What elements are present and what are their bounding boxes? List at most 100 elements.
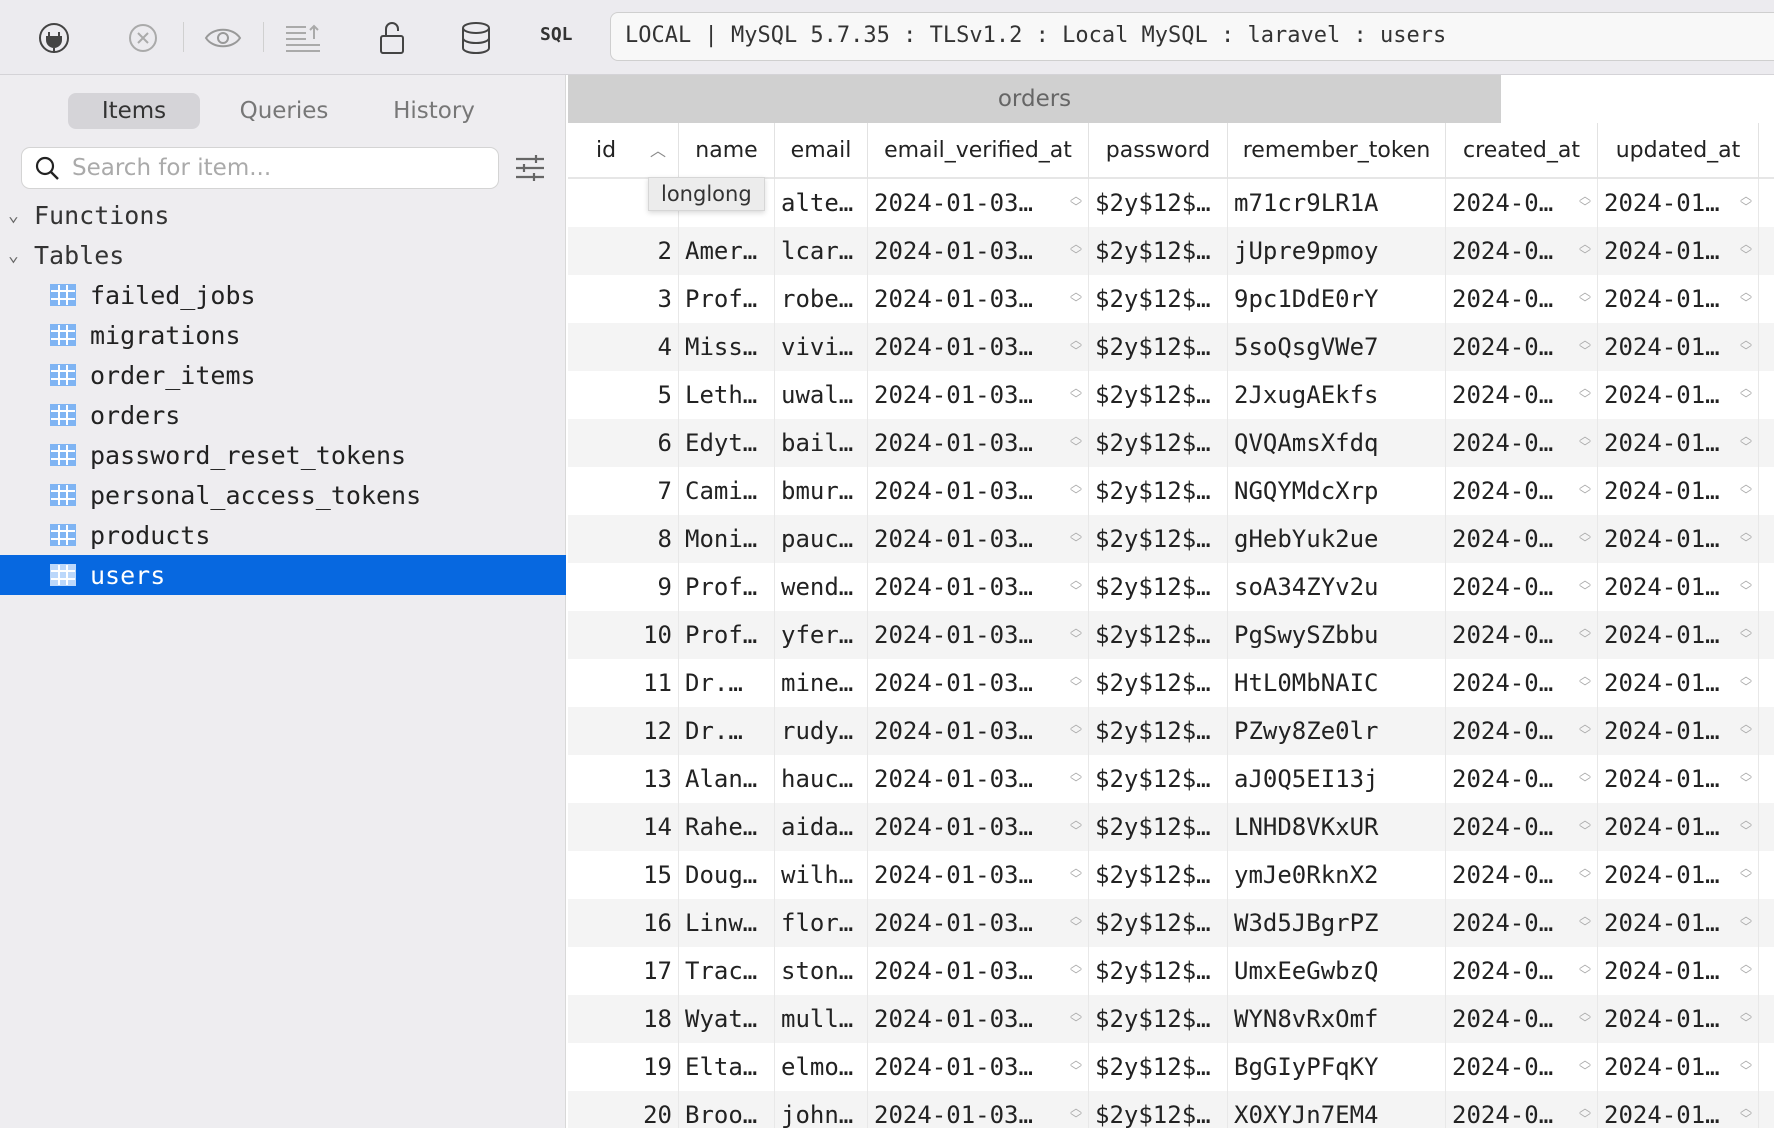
cell-remember-token[interactable]: HtL0MbNAIC <box>1228 659 1446 707</box>
cell-name[interactable]: Wyat… <box>679 995 775 1043</box>
cell-email-verified-at[interactable]: 2024-01-03… ︿ ﹀ <box>868 275 1089 323</box>
tab-items[interactable]: Items <box>68 93 200 129</box>
cell-updated-at[interactable]: 2024-01… ︿ ﹀ <box>1598 851 1759 899</box>
stepper-icon[interactable]: ︿ ﹀ <box>1579 526 1591 549</box>
stepper-icon[interactable]: ︿ ﹀ <box>1740 1006 1752 1029</box>
stepper-icon[interactable]: ︿ ﹀ <box>1740 814 1752 837</box>
stepper-icon[interactable]: ︿ ﹀ <box>1070 1102 1082 1125</box>
cell-created-at[interactable]: 2024-0… ︿ ﹀ <box>1446 515 1598 563</box>
cell-id[interactable]: 17 <box>568 947 679 995</box>
table-row[interactable]: 18 Wyat… mull… 2024-01-03… ︿ ﹀ $2y$12$… WYN8vRx… <box>568 995 1774 1043</box>
cell-remember-token[interactable]: aJ0Q5EI13j <box>1228 755 1446 803</box>
sidebar-table-users[interactable]: users <box>0 555 566 595</box>
stepper-icon[interactable]: ︿ ﹀ <box>1579 1006 1591 1029</box>
stepper-icon[interactable]: ︿ ﹀ <box>1579 910 1591 933</box>
cell-email[interactable]: john… <box>775 1091 868 1128</box>
cell-email-verified-at[interactable]: 2024-01-03… ︿ ﹀ <box>868 899 1089 947</box>
cell-created-at[interactable]: 2024-0… ︿ ﹀ <box>1446 179 1598 227</box>
cell-updated-at[interactable]: 2024-01… ︿ ﹀ <box>1598 707 1759 755</box>
cell-name[interactable]: Amer… <box>679 227 775 275</box>
cell-updated-at[interactable]: 2024-01… ︿ ﹀ <box>1598 1043 1759 1091</box>
stepper-icon[interactable]: ︿ ﹀ <box>1070 574 1082 597</box>
cell-email[interactable]: alte… <box>775 179 868 227</box>
stepper-icon[interactable]: ︿ ﹀ <box>1579 190 1591 213</box>
cell-password[interactable]: $2y$12$… <box>1089 611 1228 659</box>
cell-email-verified-at[interactable]: 2024-01-03… ︿ ﹀ <box>868 659 1089 707</box>
cell-updated-at[interactable]: 2024-01… ︿ ﹀ <box>1598 1091 1759 1128</box>
cell-id[interactable]: 7 <box>568 467 679 515</box>
cell-password[interactable]: $2y$12$… <box>1089 467 1228 515</box>
stepper-icon[interactable]: ︿ ﹀ <box>1740 622 1752 645</box>
cell-remember-token[interactable]: 2JxugAEkfs <box>1228 371 1446 419</box>
cell-password[interactable]: $2y$12$… <box>1089 803 1228 851</box>
cell-created-at[interactable]: 2024-0… ︿ ﹀ <box>1446 803 1598 851</box>
cell-id[interactable]: 20 <box>568 1091 679 1128</box>
cell-created-at[interactable]: 2024-0… ︿ ﹀ <box>1446 611 1598 659</box>
cell-id[interactable]: 16 <box>568 899 679 947</box>
stepper-icon[interactable]: ︿ ﹀ <box>1740 286 1752 309</box>
stepper-icon[interactable]: ︿ ﹀ <box>1070 526 1082 549</box>
cell-email[interactable]: vivi… <box>775 323 868 371</box>
cell-created-at[interactable]: 2024-0… ︿ ﹀ <box>1446 371 1598 419</box>
cell-email-verified-at[interactable]: 2024-01-03… ︿ ﹀ <box>868 1091 1089 1128</box>
cell-name[interactable]: Moni… <box>679 515 775 563</box>
sidebar-table-failed-jobs[interactable]: failed_jobs <box>0 275 566 315</box>
sidebar-table-order-items[interactable]: order_items <box>0 355 566 395</box>
stepper-icon[interactable]: ︿ ﹀ <box>1070 670 1082 693</box>
cell-password[interactable]: $2y$12$… <box>1089 275 1228 323</box>
tab-queries[interactable]: Queries <box>218 93 350 129</box>
cell-id[interactable]: 3 <box>568 275 679 323</box>
cell-email-verified-at[interactable]: 2024-01-03… ︿ ﹀ <box>868 227 1089 275</box>
lock-open-icon[interactable] <box>372 18 412 58</box>
stepper-icon[interactable]: ︿ ﹀ <box>1070 286 1082 309</box>
stepper-icon[interactable]: ︿ ﹀ <box>1070 1006 1082 1029</box>
cell-name[interactable]: Prof… <box>679 275 775 323</box>
cell-created-at[interactable]: 2024-0… ︿ ﹀ <box>1446 467 1598 515</box>
cell-email[interactable]: mine… <box>775 659 868 707</box>
column-header-created-at[interactable]: created_at <box>1446 123 1598 179</box>
stepper-icon[interactable]: ︿ ﹀ <box>1070 910 1082 933</box>
cell-password[interactable]: $2y$12$… <box>1089 947 1228 995</box>
cell-email-verified-at[interactable]: 2024-01-03… ︿ ﹀ <box>868 515 1089 563</box>
plug-icon[interactable] <box>34 18 74 58</box>
sidebar-table-orders[interactable]: orders <box>0 395 566 435</box>
stepper-icon[interactable]: ︿ ﹀ <box>1579 286 1591 309</box>
cell-created-at[interactable]: 2024-0… ︿ ﹀ <box>1446 227 1598 275</box>
stepper-icon[interactable]: ︿ ﹀ <box>1579 382 1591 405</box>
table-row[interactable]: 3 Prof… robe… 2024-01-03… ︿ ﹀ $2y$12$… 9pc1DdE0… <box>568 275 1774 323</box>
cell-id[interactable]: 10 <box>568 611 679 659</box>
cell-remember-token[interactable]: PZwy8Ze0lr <box>1228 707 1446 755</box>
cell-id[interactable]: 11 <box>568 659 679 707</box>
sidebar-table-migrations[interactable]: migrations <box>0 315 566 355</box>
cell-password[interactable]: $2y$12$… <box>1089 371 1228 419</box>
cell-updated-at[interactable]: 2024-01… ︿ ﹀ <box>1598 899 1759 947</box>
stepper-icon[interactable]: ︿ ﹀ <box>1740 382 1752 405</box>
stepper-icon[interactable]: ︿ ﹀ <box>1579 814 1591 837</box>
cell-created-at[interactable]: 2024-0… ︿ ﹀ <box>1446 563 1598 611</box>
stepper-icon[interactable]: ︿ ﹀ <box>1070 958 1082 981</box>
cell-id[interactable]: 2 <box>568 227 679 275</box>
cell-remember-token[interactable]: UmxEeGwbzQ <box>1228 947 1446 995</box>
cell-email-verified-at[interactable]: 2024-01-03… ︿ ﹀ <box>868 803 1089 851</box>
cell-name[interactable]: Leth… <box>679 371 775 419</box>
cell-name[interactable]: Doug… <box>679 851 775 899</box>
stepper-icon[interactable]: ︿ ﹀ <box>1740 526 1752 549</box>
column-header-remember-token[interactable]: remember_token <box>1228 123 1446 179</box>
cell-email-verified-at[interactable]: 2024-01-03… ︿ ﹀ <box>868 467 1089 515</box>
cell-password[interactable]: $2y$12$… <box>1089 563 1228 611</box>
cell-updated-at[interactable]: 2024-01… ︿ ﹀ <box>1598 947 1759 995</box>
stepper-icon[interactable]: ︿ ﹀ <box>1740 190 1752 213</box>
cell-updated-at[interactable]: 2024-01… ︿ ﹀ <box>1598 419 1759 467</box>
stepper-icon[interactable]: ︿ ﹀ <box>1740 1054 1752 1077</box>
cell-email[interactable]: bmur… <box>775 467 868 515</box>
cell-email[interactable]: ston… <box>775 947 868 995</box>
cell-email-verified-at[interactable]: 2024-01-03… ︿ ﹀ <box>868 371 1089 419</box>
cell-remember-token[interactable]: LNHD8VKxUR <box>1228 803 1446 851</box>
stepper-icon[interactable]: ︿ ﹀ <box>1579 1054 1591 1077</box>
cell-name[interactable]: Broo… <box>679 1091 775 1128</box>
stepper-icon[interactable]: ︿ ﹀ <box>1070 478 1082 501</box>
cell-id[interactable]: 9 <box>568 563 679 611</box>
filter-settings-icon[interactable] <box>514 153 546 187</box>
cell-name[interactable]: Dr.… <box>679 659 775 707</box>
cell-password[interactable]: $2y$12$… <box>1089 995 1228 1043</box>
